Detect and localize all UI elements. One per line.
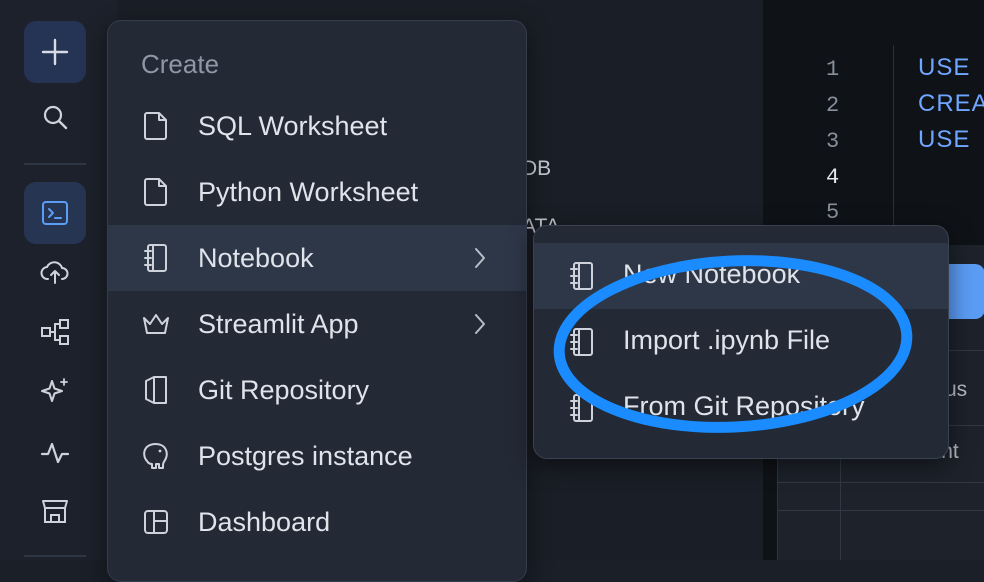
menu-item-dashboard[interactable]: Dashboard — [108, 489, 526, 555]
notebook-icon — [141, 243, 171, 273]
crown-icon — [141, 309, 171, 339]
menu-item-label: Postgres instance — [198, 440, 413, 471]
menu-item-label: Python Worksheet — [198, 176, 419, 207]
line-number-current: 4 — [826, 165, 840, 190]
left-nav-rail — [0, 0, 119, 560]
menu-item-notebook[interactable]: Notebook — [108, 225, 526, 291]
data-button[interactable] — [40, 257, 70, 287]
chevron-right-icon — [468, 243, 492, 273]
code-line[interactable]: USE — [918, 126, 970, 154]
notebook-submenu: New Notebook Import .ipynb File From Git… — [533, 225, 949, 459]
menu-item-sql-worksheet[interactable]: SQL Worksheet — [108, 93, 526, 159]
marketplace-button[interactable] — [40, 497, 70, 527]
chevron-right-icon — [468, 309, 492, 339]
code-line[interactable]: CREA — [918, 90, 984, 118]
repository-icon — [141, 375, 171, 405]
create-button[interactable] — [24, 21, 86, 83]
marketplace-icon — [42, 500, 68, 523]
terminal-icon — [42, 201, 68, 225]
dashboard-icon — [141, 507, 171, 537]
submenu-item-label: New Notebook — [623, 259, 801, 289]
ai-button[interactable] — [40, 377, 70, 407]
monitoring-button[interactable] — [40, 438, 70, 468]
search-button[interactable] — [40, 102, 70, 132]
menu-item-label: Dashboard — [198, 506, 331, 537]
activity-icon — [40, 442, 70, 464]
table-divider — [777, 510, 984, 511]
elephant-icon — [141, 441, 171, 471]
search-icon — [43, 105, 68, 130]
submenu-item-label: From Git Repository — [623, 391, 865, 421]
transformation-button[interactable] — [40, 317, 70, 347]
pipeline-icon — [41, 319, 69, 345]
editor-gutter-divider — [893, 45, 894, 245]
notebook-icon — [567, 393, 597, 423]
notebook-icon — [567, 261, 597, 291]
menu-item-git-repository[interactable]: Git Repository — [108, 357, 526, 423]
line-number: 1 — [826, 57, 840, 82]
table-divider — [777, 482, 984, 483]
menu-item-label: Notebook — [198, 242, 314, 273]
projects-button[interactable] — [24, 182, 86, 244]
menu-item-postgres-instance[interactable]: Postgres instance — [108, 423, 526, 489]
create-menu-header: Create — [141, 49, 220, 79]
menu-item-label: SQL Worksheet — [198, 110, 388, 141]
rail-divider — [24, 163, 86, 165]
menu-item-streamlit-app[interactable]: Streamlit App — [108, 291, 526, 357]
line-number: 5 — [826, 200, 840, 225]
line-number: 2 — [826, 93, 840, 118]
create-menu: Create SQL Worksheet Python Worksheet No… — [107, 20, 527, 582]
cloud-upload-icon — [40, 261, 69, 284]
menu-item-label: Git Repository — [198, 374, 370, 405]
notebook-icon — [567, 327, 597, 357]
plus-icon — [41, 38, 69, 66]
submenu-item-import-ipynb[interactable]: Import .ipynb File — [534, 309, 948, 375]
document-icon — [141, 111, 171, 141]
menu-item-label: Streamlit App — [198, 308, 359, 339]
submenu-item-new-notebook[interactable]: New Notebook — [534, 243, 948, 309]
submenu-item-from-git-repository[interactable]: From Git Repository — [534, 375, 948, 441]
line-number: 3 — [826, 129, 840, 154]
rail-bottom-divider — [24, 555, 86, 557]
code-line[interactable]: USE — [918, 54, 970, 82]
document-icon — [141, 177, 171, 207]
menu-item-python-worksheet[interactable]: Python Worksheet — [108, 159, 526, 225]
sparkle-icon — [41, 378, 68, 402]
submenu-item-label: Import .ipynb File — [623, 325, 831, 355]
